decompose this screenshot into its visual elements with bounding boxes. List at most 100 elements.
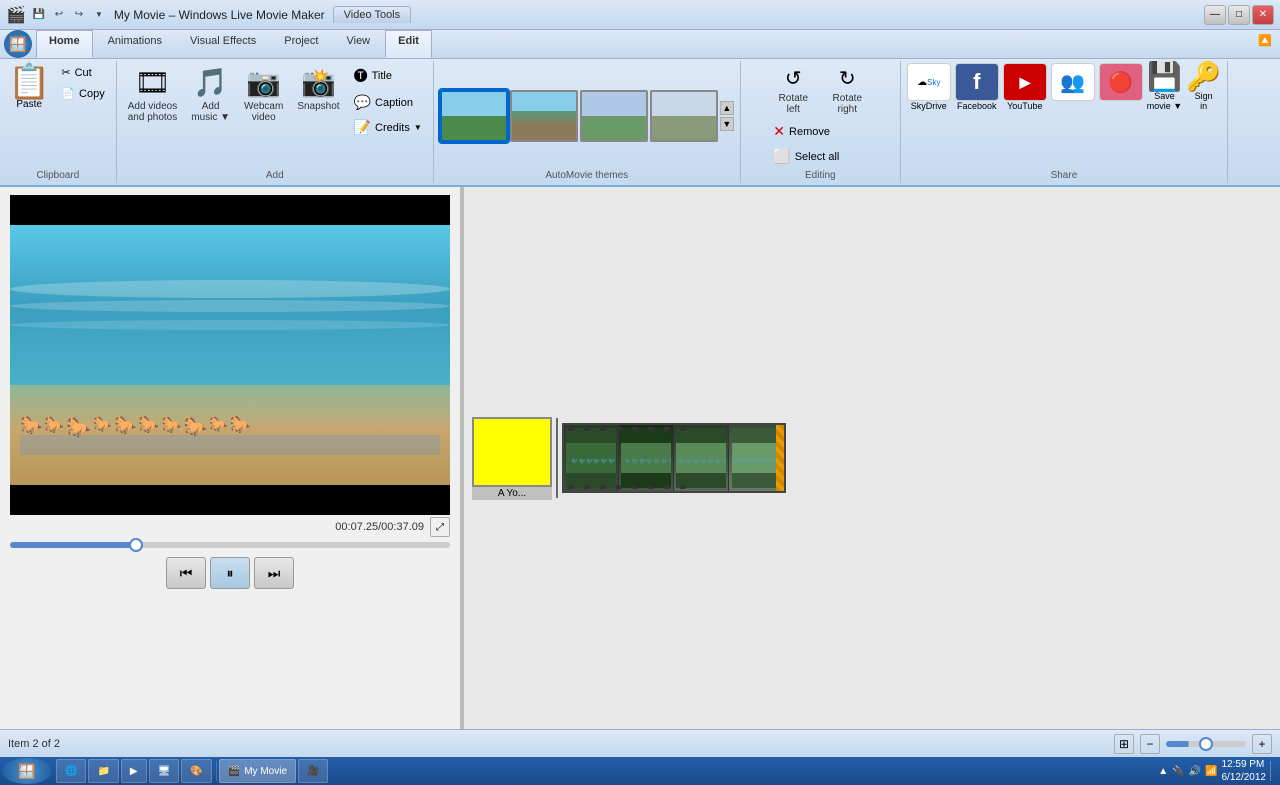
taskbar-explorer[interactable]: 📁 xyxy=(88,759,118,783)
facebook-button[interactable]: f Facebook xyxy=(955,63,999,111)
expand-button[interactable]: ⤢ xyxy=(430,517,450,537)
tab-project[interactable]: Project xyxy=(271,30,331,58)
taskbar-app2[interactable]: 🎥 xyxy=(298,759,328,783)
end-marker xyxy=(776,425,784,491)
video-clip[interactable]: 🐦🐦🐦🐦🐦🐦🐦 🐦🐦🐦🐦🐦🐦🐦🐦 xyxy=(562,423,786,493)
film-frame-3: 🐦🐦🐦🐦🐦🐦🐦🐦🐦 xyxy=(674,425,729,491)
select-all-button[interactable]: ⬜ Select all xyxy=(768,145,844,168)
taskbar-movie-maker[interactable]: 🎬 My Movie xyxy=(219,759,296,783)
taskbar-paint[interactable]: 🎨 xyxy=(181,759,211,783)
taskbar-ie[interactable]: 🌐 xyxy=(56,759,86,783)
editing-label: Editing xyxy=(805,170,836,181)
ribbon: 🪟 Home Animations Visual Effects Project… xyxy=(0,30,1280,187)
theme-2[interactable] xyxy=(510,90,578,142)
ribbon-collapse-button[interactable]: 🔼 xyxy=(1254,30,1276,58)
black-bar-bottom xyxy=(10,485,450,515)
rotate-left-label: Rotateleft xyxy=(779,93,808,115)
forward-button[interactable]: ⏭ xyxy=(254,557,294,589)
theme-3[interactable] xyxy=(580,90,648,142)
fit-window-button[interactable]: ⊞ xyxy=(1114,734,1134,754)
paste-label: Paste xyxy=(16,99,42,110)
add-videos-button[interactable]: 🎞 Add videosand photos xyxy=(123,63,183,126)
add-buttons: 🎞 Add videosand photos 🎵 Addmusic ▼ 📷 We… xyxy=(123,63,427,168)
arrow-icon[interactable]: ▲ xyxy=(1158,766,1168,777)
app-menu-button[interactable]: 🪟 xyxy=(4,30,32,58)
tab-animations[interactable]: Animations xyxy=(95,30,175,58)
title-clip[interactable]: A Yo... xyxy=(472,417,552,500)
dropdown-button[interactable]: ▼ xyxy=(90,6,108,24)
ribbon-tabs: 🪟 Home Animations Visual Effects Project… xyxy=(0,30,1280,59)
webcam-button[interactable]: 📷 Webcamvideo xyxy=(239,63,288,126)
share-group: ☁Sky SkyDrive f Facebook ▶ YouTube 👥 xyxy=(901,61,1228,183)
facebook-icon: f xyxy=(955,63,999,101)
youtube-button[interactable]: ▶ YouTube xyxy=(1003,63,1047,111)
snapshot-icon: 📸 xyxy=(301,66,336,99)
credits-button[interactable]: 📝 Credits ▼ xyxy=(349,116,427,139)
time-display: 00:07.25/00:37.09 xyxy=(335,521,424,533)
rotate-right-button[interactable]: ↻ Rotateright xyxy=(822,63,872,118)
clock[interactable]: 12:59 PM 6/12/2012 xyxy=(1222,758,1267,784)
svg-text:🐦🐦🐦🐦🐦🐦🐦🐦🐦🐦: 🐦🐦🐦🐦🐦🐦🐦🐦🐦🐦 xyxy=(734,458,782,465)
show-desktop-button[interactable] xyxy=(1270,761,1274,781)
cut-button[interactable]: ✂ Cut xyxy=(56,63,109,82)
clipboard-buttons: 📋 Paste ✂ Cut 📄 Copy xyxy=(6,63,110,168)
theme-4[interactable] xyxy=(650,90,718,142)
sign-in-button[interactable]: 🔑 Signin xyxy=(1186,63,1221,111)
save-movie-button[interactable]: 💾 Savemovie ▼ xyxy=(1147,63,1182,111)
app-icon: 🎬 xyxy=(6,5,26,25)
rotate-left-button[interactable]: ↺ Rotateleft xyxy=(768,63,818,118)
select-all-label: Select all xyxy=(795,151,840,163)
save-button[interactable]: 💾 xyxy=(30,6,48,24)
seek-bar[interactable] xyxy=(10,542,450,548)
tab-edit[interactable]: Edit xyxy=(385,30,432,58)
sign-in-icon: 🔑 xyxy=(1186,63,1221,91)
start-button[interactable]: 🪟 xyxy=(2,758,52,784)
close-button[interactable]: ✕ xyxy=(1252,5,1274,25)
minimize-button[interactable]: — xyxy=(1204,5,1226,25)
theme-1[interactable] xyxy=(440,90,508,142)
tab-view[interactable]: View xyxy=(333,30,383,58)
cut-icon: ✂ xyxy=(61,66,70,79)
zoom-in-button[interactable]: + xyxy=(1252,734,1272,754)
undo-button[interactable]: ↩ xyxy=(50,6,68,24)
pause-button[interactable]: ⏸ xyxy=(210,557,250,589)
maximize-button[interactable]: □ xyxy=(1228,5,1250,25)
time: 12:59 PM xyxy=(1222,758,1267,771)
reflection xyxy=(20,435,440,455)
other-share-button[interactable]: 🔴 xyxy=(1099,63,1143,101)
email-button[interactable]: 👥 xyxy=(1051,63,1095,101)
rewind-icon: ⏮ xyxy=(180,565,193,582)
frame-3-content: 🐦🐦🐦🐦🐦🐦🐦🐦🐦 xyxy=(674,425,728,491)
copy-button[interactable]: 📄 Copy xyxy=(56,84,109,103)
clipboard-label: Clipboard xyxy=(36,170,79,181)
snapshot-button[interactable]: 📸 Snapshot xyxy=(292,63,344,115)
network-icon: 🔌 xyxy=(1172,766,1184,777)
add-music-button[interactable]: 🎵 Addmusic ▼ xyxy=(186,63,235,126)
redo-button[interactable]: ↪ xyxy=(70,6,88,24)
tab-visual-effects[interactable]: Visual Effects xyxy=(177,30,269,58)
skydrive-button[interactable]: ☁Sky SkyDrive xyxy=(907,63,951,111)
caption-button[interactable]: 💬 Caption xyxy=(349,91,427,114)
remove-button[interactable]: ✕ Remove xyxy=(768,120,835,143)
zoom-slider[interactable] xyxy=(1166,741,1246,747)
editing-group: ↺ Rotateleft ↻ Rotateright ✕ Remove ⬜ Se… xyxy=(741,61,901,183)
storyboard[interactable]: A Yo... xyxy=(464,187,1280,729)
tab-home[interactable]: Home xyxy=(36,30,93,58)
zoom-out-button[interactable]: − xyxy=(1140,734,1160,754)
title-icon: 🅣 xyxy=(354,66,368,86)
item-info: Item 2 of 2 xyxy=(8,738,60,750)
add-music-icon: 🎵 xyxy=(193,66,228,99)
paste-button[interactable]: 📋 Paste xyxy=(6,63,52,112)
title-button[interactable]: 🅣 Title xyxy=(349,63,427,89)
battery-icon: 📶 xyxy=(1205,766,1217,777)
rewind-button[interactable]: ⏮ xyxy=(166,557,206,589)
theme-scroll-up[interactable]: ▲ xyxy=(720,101,734,115)
taskbar-media[interactable]: ▶ xyxy=(121,759,147,783)
wave-3 xyxy=(10,320,450,330)
video-tools-tab[interactable]: Video Tools xyxy=(333,6,411,23)
svg-text:🐦🐦🐦🐦🐦🐦🐦: 🐦🐦🐦🐦🐦🐦🐦 xyxy=(571,458,616,465)
taskbar-hp[interactable]: 🖥 xyxy=(149,759,180,783)
taskbar-divider xyxy=(216,761,217,781)
theme-scroll-down[interactable]: ▼ xyxy=(720,117,734,131)
black-bar-top xyxy=(10,195,450,225)
